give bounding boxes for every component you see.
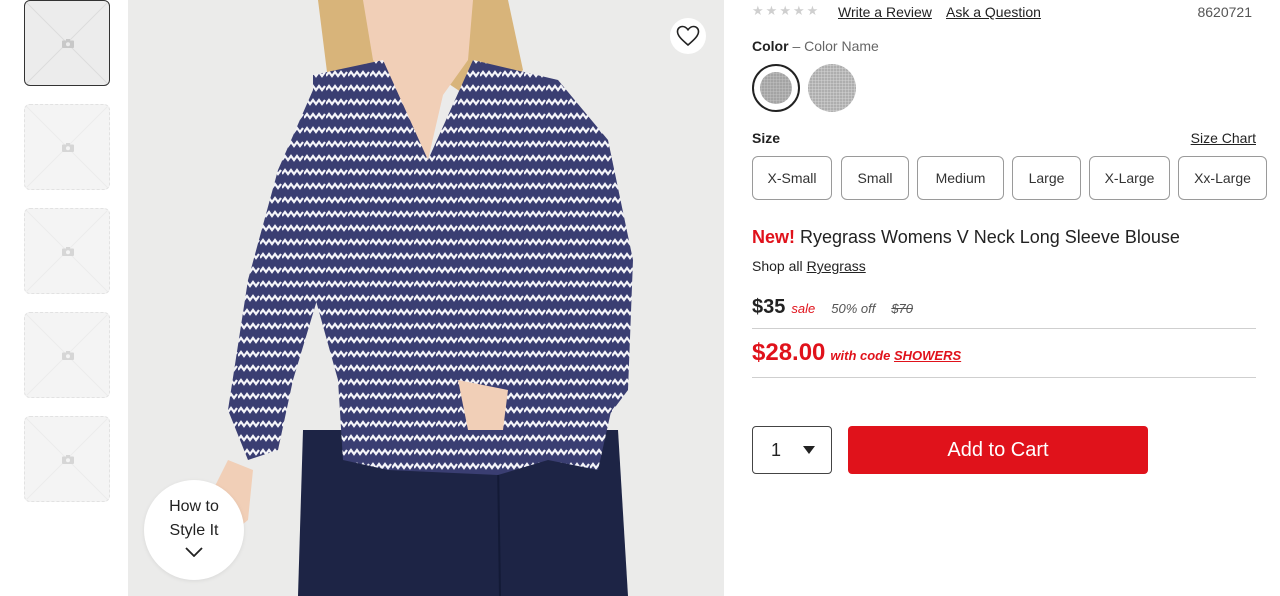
heart-outline-icon xyxy=(676,25,700,47)
color-swatch-selected[interactable] xyxy=(752,64,800,112)
camera-icon xyxy=(62,39,74,48)
divider xyxy=(752,328,1256,329)
coupon-text: with code SHOWERS xyxy=(830,348,961,363)
color-separator: – xyxy=(792,38,801,54)
new-badge: New! xyxy=(752,227,796,247)
write-review-link[interactable]: Write a Review xyxy=(838,4,932,20)
color-swatch-alternate[interactable] xyxy=(808,64,856,112)
size-xx-large[interactable]: Xx-Large xyxy=(1178,156,1267,200)
color-heading: Color xyxy=(752,38,789,54)
coupon-price: $28.00 xyxy=(752,339,826,366)
size-small[interactable]: Small xyxy=(841,156,909,200)
star-icon: ★ xyxy=(765,3,778,18)
product-name: Ryegrass Womens V Neck Long Sleeve Blous… xyxy=(800,227,1180,247)
how-to-style-it-label: How to Style It xyxy=(169,498,219,539)
discount-label: 50% off xyxy=(831,301,876,316)
how-to-style-it-button[interactable]: How to Style It xyxy=(144,480,244,580)
camera-icon xyxy=(62,351,74,360)
price-row: $35 sale 50% off $70 xyxy=(752,296,913,319)
divider xyxy=(752,377,1256,378)
sale-price: $35 xyxy=(752,296,786,318)
sale-label: sale xyxy=(791,301,816,316)
size-medium[interactable]: Medium xyxy=(917,156,1004,200)
caret-down-icon xyxy=(803,446,815,454)
color-label: Color – Color Name xyxy=(752,38,879,54)
swatch-fill xyxy=(760,72,792,104)
size-x-small[interactable]: X-Small xyxy=(752,156,832,200)
shop-all-prefix: Shop all xyxy=(752,258,803,274)
add-to-cart-button[interactable]: Add to Cart xyxy=(848,426,1148,474)
star-rating: ★ ★ ★ ★ ★ xyxy=(752,4,818,18)
size-label: Size xyxy=(752,130,781,146)
brand-link[interactable]: Ryegrass xyxy=(807,258,866,274)
camera-icon xyxy=(62,455,74,464)
star-icon: ★ xyxy=(752,3,764,18)
camera-icon xyxy=(62,143,74,152)
thumbnail-1[interactable] xyxy=(24,0,110,86)
size-chart-link[interactable]: Size Chart xyxy=(1191,130,1256,146)
star-icon: ★ xyxy=(792,3,805,18)
original-price: $70 xyxy=(891,301,914,316)
thumbnail-3[interactable] xyxy=(24,208,110,294)
product-title: New! Ryegrass Womens V Neck Long Sleeve B… xyxy=(752,227,1180,248)
rating-stars[interactable]: ★ ★ ★ ★ ★ xyxy=(752,4,830,18)
product-details-panel: ★ ★ ★ ★ ★ Write a Review Ask a Question … xyxy=(752,0,1268,596)
color-name: Color Name xyxy=(804,38,879,54)
thumbnail-4[interactable] xyxy=(24,312,110,398)
coupon-code-link[interactable]: SHOWERS xyxy=(894,348,961,363)
star-icon: ★ xyxy=(779,3,791,18)
chevron-down-icon xyxy=(185,547,203,557)
quantity-select[interactable]: 1 xyxy=(752,426,832,474)
camera-icon xyxy=(62,247,74,256)
size-large[interactable]: Large xyxy=(1012,156,1081,200)
star-icon: ★ xyxy=(806,3,819,18)
shop-all-brand: Shop all Ryegrass xyxy=(752,258,866,274)
ask-question-link[interactable]: Ask a Question xyxy=(946,4,1041,20)
main-product-image[interactable]: How to Style It xyxy=(128,0,724,596)
coupon-prefix: with code xyxy=(830,348,891,363)
size-x-large[interactable]: X-Large xyxy=(1089,156,1170,200)
favorite-button[interactable] xyxy=(670,18,706,54)
coupon-price-row: $28.00 with code SHOWERS xyxy=(752,339,961,367)
thumbnail-5[interactable] xyxy=(24,416,110,502)
sku-number: 8620721 xyxy=(1197,4,1252,20)
quantity-value: 1 xyxy=(771,439,782,460)
thumbnail-2[interactable] xyxy=(24,104,110,190)
